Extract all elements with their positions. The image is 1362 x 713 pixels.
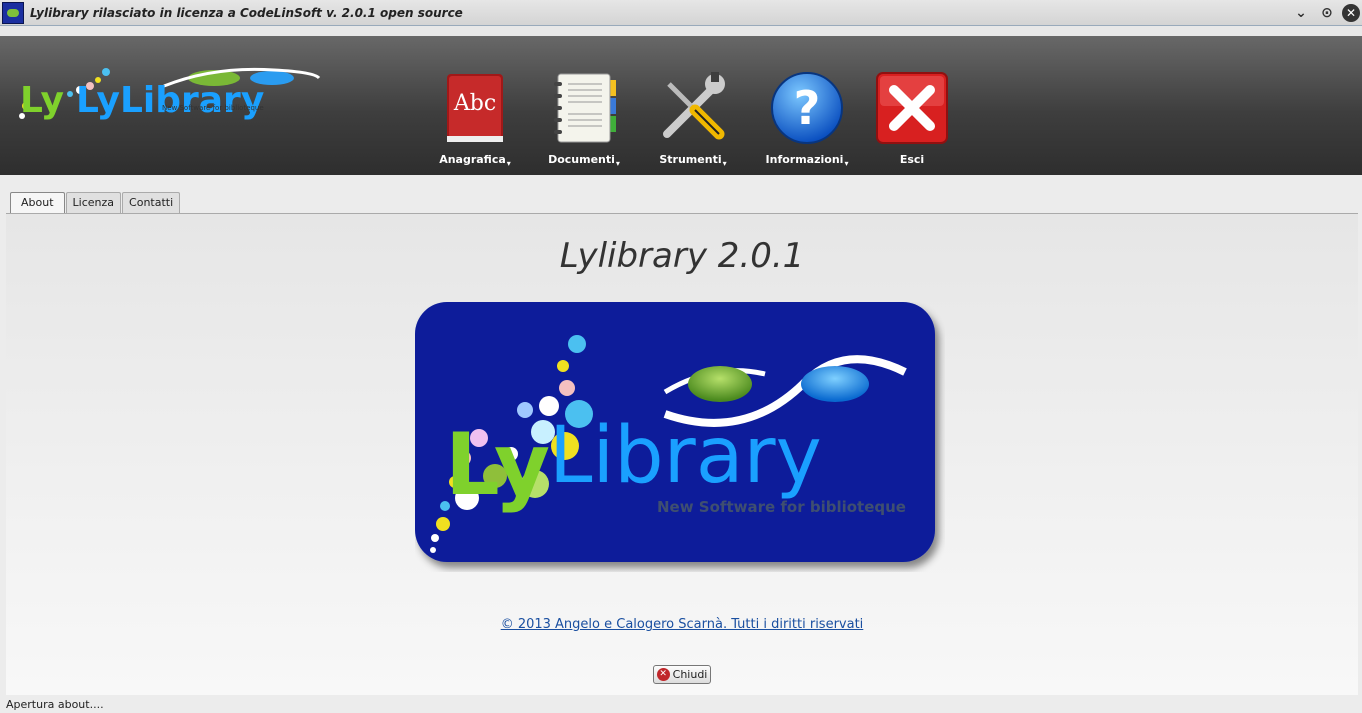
- logo-small-tagline: New Software for biblioteque: [162, 104, 264, 112]
- toolbar-esci-label: Esci: [899, 153, 925, 166]
- logo-tagline: New Software for biblioteque: [657, 498, 906, 516]
- chevron-down-icon: ▾: [844, 159, 849, 168]
- lylibrary-logo: Ly Library New Software for biblioteque: [415, 302, 935, 562]
- titlebar-separator: [0, 26, 1362, 36]
- toolbar-documenti[interactable]: Documenti▾: [529, 70, 639, 174]
- lylibrary-logo-small: Ly LyLibrary New Software for bibliotequ…: [19, 67, 321, 121]
- maximize-icon[interactable]: ⊙: [1316, 2, 1338, 24]
- close-window-icon[interactable]: ✕: [1342, 4, 1360, 22]
- status-text: Apertura about....: [6, 698, 104, 711]
- close-icon: ✕: [656, 668, 670, 681]
- close-button-label: Chiudi: [672, 668, 708, 681]
- chevron-down-icon: ▾: [722, 159, 727, 168]
- toolbar-documenti-label: Documenti: [548, 153, 615, 166]
- minimize-icon[interactable]: ⌄: [1290, 2, 1312, 24]
- toolbar-anagrafica[interactable]: Abc Anagrafica▾: [420, 70, 530, 174]
- main-toolbar: Ly LyLibrary New Software for bibliotequ…: [0, 36, 1362, 175]
- about-tabs: About Licenza Contatti: [10, 192, 181, 214]
- about-panel: Lylibrary 2.0.1 Ly Library New Software …: [6, 214, 1358, 695]
- chevron-down-icon: ▾: [615, 159, 620, 168]
- exit-icon: [876, 72, 948, 144]
- close-button[interactable]: ✕ Chiudi: [653, 665, 711, 684]
- tab-contatti[interactable]: Contatti: [122, 192, 181, 213]
- toolbar-strumenti-label: Strumenti: [659, 153, 722, 166]
- window-title: Lylibrary rilasciato in licenza a CodeLi…: [30, 5, 463, 20]
- toolbar-anagrafica-label: Anagrafica: [439, 153, 506, 166]
- tools-icon: [663, 72, 725, 140]
- svg-text:Ly: Ly: [20, 80, 64, 121]
- toolbar-informazioni-label: Informazioni: [765, 153, 844, 166]
- svg-text:Abc: Abc: [453, 91, 496, 116]
- notebook-icon: [554, 73, 616, 143]
- toolbar-informazioni[interactable]: ? Informazioni▾: [752, 70, 862, 174]
- page-title: Lylibrary 2.0.1: [559, 236, 805, 276]
- logo-small-text: LyLibrary: [76, 80, 264, 121]
- help-icon: ?: [771, 72, 843, 144]
- toolbar-strumenti[interactable]: Strumenti▾: [638, 70, 748, 174]
- dictionary-book-icon: Abc: [447, 74, 503, 142]
- window-titlebar: Lylibrary rilasciato in licenza a CodeLi…: [0, 0, 1362, 26]
- copyright-link[interactable]: © 2013 Angelo e Calogero Scarnà. Tutti i…: [6, 617, 1358, 632]
- app-icon: [2, 1, 24, 24]
- logo-text-ly: Ly: [445, 415, 550, 515]
- logo-text-library: Library: [549, 411, 822, 501]
- tab-licenza[interactable]: Licenza: [65, 192, 122, 213]
- toolbar-esci[interactable]: Esci: [857, 70, 967, 174]
- window-controls: ⌄ ⊙ ✕: [1286, 0, 1362, 26]
- chevron-down-icon: ▾: [506, 159, 511, 168]
- status-bar: Apertura about....: [0, 697, 1362, 713]
- tab-about[interactable]: About: [10, 192, 65, 214]
- svg-text:?: ?: [794, 81, 821, 135]
